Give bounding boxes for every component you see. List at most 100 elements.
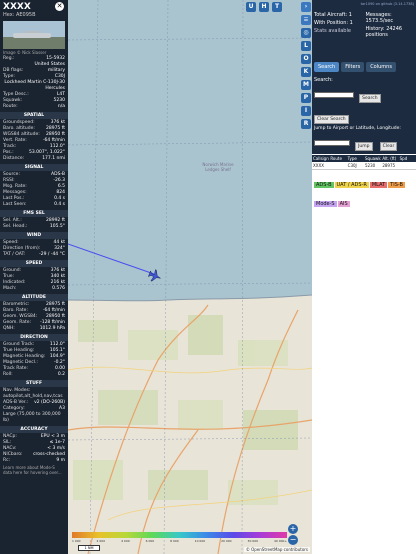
section-title-spatial[interactable]: SPATIAL [0,112,68,119]
detail-row: TAT / OAT: -29 / -44 °C [0,252,68,258]
section-title-altitude[interactable]: ALTITUDE [0,294,68,301]
column-header[interactable]: Callsign [312,155,329,162]
altitude-ticks: 1 000 2 000 4 000 6 000 8 000 10 000 20 000 30 … [72,539,287,543]
table-cell: C30J [347,163,357,168]
panel-toggle-button[interactable]: › [301,2,311,12]
section-title-speed[interactable]: SPEED [0,260,68,267]
settings-button[interactable]: ☰ [301,15,311,25]
map-button-t[interactable]: T [272,2,282,12]
jump-label: Jump to Airport or Latitude, Longitude: [314,126,401,131]
section-title-signal[interactable]: SIGNAL [0,164,68,171]
search-panel: Search Filters Columns Search: Search Clea… [312,58,416,154]
altitude-tick: 10 000 [194,539,206,543]
section-title-fms-sel[interactable]: FMS SEL [0,210,68,217]
version-link[interactable]: tar1090 on github (3.14.1738) [314,2,414,6]
section-title-stuff[interactable]: STUFF [0,380,68,387]
detail-value: 1012.9 hPa [39,326,65,331]
aircraft-hex: Hex: AE095B [3,12,36,18]
altitude-legend [72,532,287,538]
detail-key: Sel. Head.: [3,224,28,229]
aircraft-icon [147,269,161,282]
with-position: With Position: 1 [314,20,353,26]
map-button-m[interactable]: M [301,80,311,90]
detail-row: Roll: 0.2 [0,372,68,378]
detail-key: Roll: [3,372,13,377]
info-key: Reg.: [3,56,15,61]
section-title-wind[interactable]: WIND [0,232,68,239]
column-header[interactable]: Route [329,155,346,162]
detail-key: Rc: [3,458,11,463]
map-button-p[interactable]: P [301,93,311,103]
detail-key: Last Seen: [3,202,27,207]
detail-key: QNH: [3,326,15,331]
altitude-tick: 40 000+ [273,539,287,543]
map-button-u[interactable]: U [246,2,256,12]
detail-key: Distance: [3,156,25,161]
detail-row: Last Seen: 0.4 s [0,202,68,208]
tab-search[interactable]: Search [314,62,340,72]
detail-value: -29 / -44 °C [39,252,65,257]
detail-key: Large (75,000 to 300,000 lb) [3,412,61,423]
center-icon[interactable]: ◎ [301,28,311,38]
column-header[interactable]: Squawk [364,155,381,162]
map-button-h[interactable]: H [259,2,269,12]
altitude-tick: 20 000 [221,539,232,543]
altitude-tick: 30 000 [247,539,259,543]
altitude-tick: 8 000 [170,539,179,543]
info-value: Lockheed Martin C-130J-30 Hercules [4,80,65,91]
sidebar-header: tar1090 on github (3.14.1738) Total Airc… [312,0,416,58]
clear-button[interactable]: Clear [379,142,398,151]
jump-button[interactable]: Jump [355,142,373,151]
detail-key: TAT / OAT: [3,252,26,257]
tab-columns[interactable]: Columns [366,62,396,72]
detail-value: 0.2 [57,372,65,377]
section-title-direction[interactable]: DIRECTION [0,334,68,341]
column-header[interactable]: Spd [399,155,416,162]
altitude-tick: 1 000 [72,539,81,543]
stats-label[interactable]: Stats available [314,28,363,34]
detail-row: Sel. Head.: 105.5° [0,224,68,230]
search-input[interactable] [314,91,354,98]
footer-text: Learn more about Mode-S data here for ho… [3,465,62,475]
legend-mlat: MLAT [369,182,388,188]
detail-row: Large (75,000 to 300,000 lb) [0,412,68,424]
map-canvas [68,0,312,554]
table-row[interactable]: XXXX C30J 5230 28975 [312,162,416,170]
aircraft-details-panel: XXXX Hex: AE095B ✕ Image © Nick Slasser … [0,0,68,554]
detail-key: Mach: [3,286,17,291]
zoom-out-button[interactable]: − [288,535,298,545]
flight-track [68,243,155,275]
detail-value: 9 m [56,458,65,463]
map-button-o[interactable]: O [301,54,311,64]
table-cell: XXXX [313,163,324,168]
detail-row: Mach: 0.576 [0,286,68,292]
details-sections: SPATIAL Groundspeed: 376 kt Baro. altitude:… [0,112,68,464]
section-title-accuracy[interactable]: ACCURACY [0,426,68,433]
jump-input[interactable] [314,139,350,146]
map-view[interactable]: Norwich Marine Ledges Shelf UHT 1 000 2 0… [68,0,312,554]
table-header[interactable]: Callsign Route Type Squawk Alt. (ft) Spd [312,155,416,162]
source-legend: ADS-B UAT / ADS-R MLAT TIS-B Mode-S AIS [312,170,416,210]
column-header[interactable]: Alt. (ft) [381,155,398,162]
table-cell: 5230 [364,163,376,168]
aircraft-list-sidebar: tar1090 on github (3.14.1738) Total Airc… [312,0,416,554]
table-cell [399,162,416,169]
altitude-tick: 4 000 [121,539,130,543]
zoom-in-button[interactable]: + [288,524,298,534]
map-button-l[interactable]: L [301,41,311,51]
map-button-k[interactable]: K [301,67,311,77]
map-side-controls: › ☰ ◎ LOKMPIR [300,0,312,554]
map-button-i[interactable]: I [301,106,311,116]
clear-search-button[interactable]: Clear Search [314,115,349,124]
detail-value: 0.576 [52,286,65,291]
legend-uat-ads-r: UAT / ADS-R [334,182,369,188]
history-count: History: 24246 positions [365,26,403,38]
tab-filters[interactable]: Filters [341,62,365,72]
map-button-r[interactable]: R [301,119,311,129]
place-label: Norwich Marine Ledges Shelf [202,162,234,172]
altitude-tick: 6 000 [145,539,155,543]
close-icon[interactable]: ✕ [55,2,64,11]
column-header[interactable]: Type [347,155,364,162]
aircraft-photo[interactable] [3,21,65,49]
search-button[interactable]: Search [359,94,381,103]
